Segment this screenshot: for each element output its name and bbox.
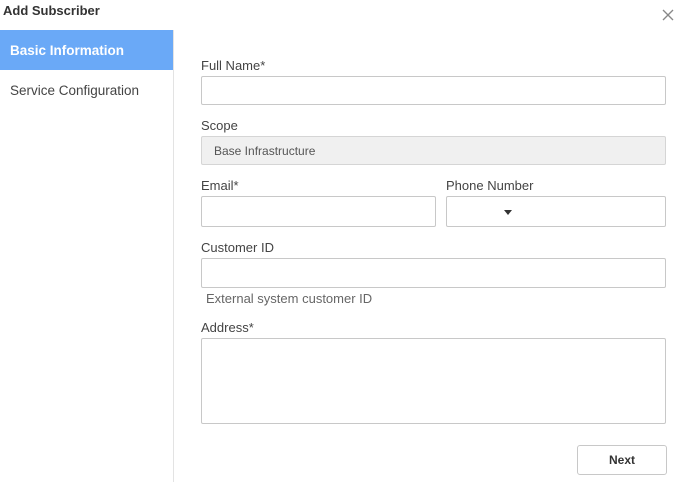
customer-id-label: Customer ID — [201, 240, 274, 255]
dialog-title: Add Subscriber — [3, 3, 100, 18]
scope-field: Base Infrastructure — [201, 136, 666, 165]
sidebar-item-basic-information[interactable]: Basic Information — [0, 30, 173, 70]
scope-value: Base Infrastructure — [214, 143, 316, 158]
address-textarea[interactable] — [201, 338, 666, 424]
full-name-input[interactable] — [201, 76, 666, 105]
sidebar-item-service-configuration[interactable]: Service Configuration — [0, 70, 173, 110]
phone-number-input[interactable] — [520, 196, 666, 227]
next-button[interactable]: Next — [577, 445, 667, 475]
country-code-dropdown[interactable] — [446, 196, 521, 227]
sidebar-item-label: Service Configuration — [10, 82, 140, 98]
email-field[interactable] — [201, 196, 436, 227]
close-icon[interactable] — [660, 7, 676, 23]
sidebar: Basic Information Service Configuration — [0, 30, 174, 482]
sidebar-item-label: Basic Information — [10, 42, 125, 58]
scope-label: Scope — [201, 118, 238, 133]
customer-id-input[interactable] — [201, 258, 666, 288]
customer-id-hint: External system customer ID — [206, 291, 373, 306]
full-name-label: Full Name* — [201, 58, 266, 73]
phone-number-label: Phone Number — [446, 178, 534, 193]
caret-down-icon — [504, 210, 512, 215]
email-label: Email* — [201, 178, 239, 193]
address-label: Address* — [201, 320, 254, 335]
